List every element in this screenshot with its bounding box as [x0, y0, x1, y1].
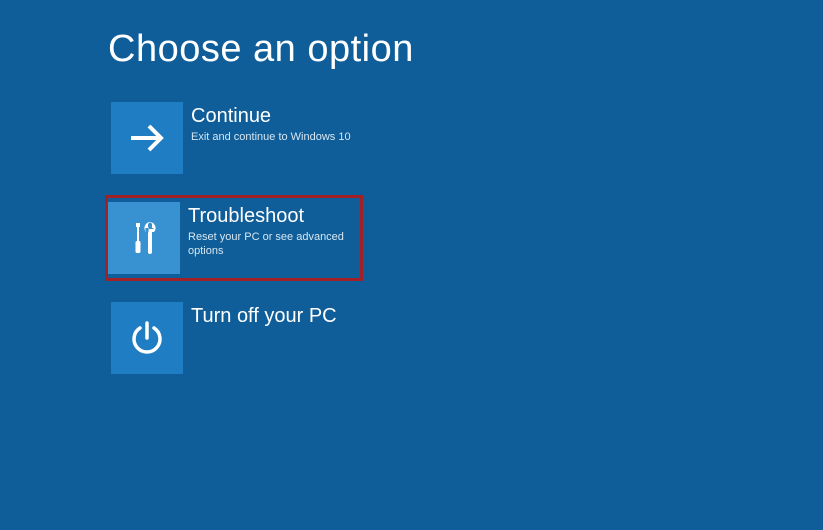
tools-icon	[108, 202, 180, 274]
page-title: Choose an option	[108, 28, 823, 71]
option-desc: Exit and continue to Windows 10	[191, 130, 351, 144]
option-continue[interactable]: Continue Exit and continue to Windows 10	[108, 99, 366, 177]
option-text: Continue Exit and continue to Windows 10	[183, 102, 351, 144]
arrow-right-icon	[111, 102, 183, 174]
option-turn-off[interactable]: Turn off your PC	[108, 299, 366, 377]
options-list: Continue Exit and continue to Windows 10	[108, 99, 823, 377]
option-title: Continue	[191, 104, 351, 128]
option-troubleshoot[interactable]: Troubleshoot Reset your PC or see advanc…	[105, 195, 363, 281]
option-title: Turn off your PC	[191, 304, 337, 328]
option-text: Turn off your PC	[183, 302, 337, 330]
power-icon	[111, 302, 183, 374]
option-desc: Reset your PC or see advanced options	[188, 230, 356, 259]
option-text: Troubleshoot Reset your PC or see advanc…	[180, 202, 356, 259]
option-title: Troubleshoot	[188, 204, 356, 228]
